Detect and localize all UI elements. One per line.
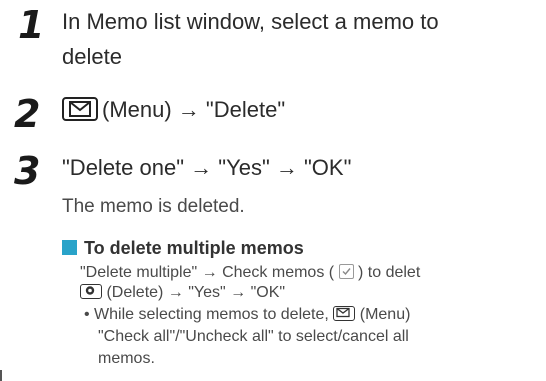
subsection-heading-label: To delete multiple memos	[84, 238, 304, 258]
envelope-menu-key-icon	[62, 97, 98, 121]
bullet-line-2: "Check all"/"Uncheck all" to select/canc…	[98, 328, 409, 345]
result-text: The memo is deleted.	[62, 196, 245, 217]
step-2-text: (Menu) → "Delete"	[62, 92, 285, 127]
bullet-line-1: • While selecting memos to delete, (Menu…	[84, 304, 410, 325]
step-3-number: 3	[14, 149, 41, 193]
manual-page: 1 In Memo list window, select a memo to …	[0, 0, 546, 381]
page-edge-mark	[0, 370, 2, 381]
checked-checkbox-icon	[338, 264, 354, 279]
bullet-prefix: • While selecting memos to delete,	[84, 306, 329, 323]
step-1-line-2: delete	[62, 44, 122, 70]
step-2-number: 2	[14, 92, 41, 136]
envelope-small-key-icon	[333, 306, 356, 321]
bullet-menu-label: (Menu)	[359, 306, 411, 323]
step-2-label: (Menu) → "Delete"	[102, 97, 286, 122]
subsection-line-1-a: "Delete multiple" → Check memos (	[80, 264, 335, 281]
bullet-line-3: memos.	[98, 350, 155, 367]
step-1-text: In Memo list window, select a memo to de…	[62, 4, 439, 74]
subsection-heading: To delete multiple memos	[62, 238, 304, 259]
subsection-line-2-text: (Delete) → "Yes" → "OK"	[106, 284, 286, 301]
step-1-number: 1	[18, 3, 45, 47]
subsection-line-1: "Delete multiple" → Check memos ( ) to d…	[80, 262, 420, 283]
heading-square-icon	[62, 240, 77, 255]
center-select-key-icon	[80, 284, 102, 299]
step-1-line-1: In Memo list window, select a memo to	[62, 9, 439, 34]
subsection-line-2: (Delete) → "Yes" → "OK"	[80, 282, 285, 303]
subsection-line-1-b: ) to delet	[358, 264, 421, 281]
step-3-text: "Delete one" → "Yes" → "OK"	[62, 155, 352, 180]
